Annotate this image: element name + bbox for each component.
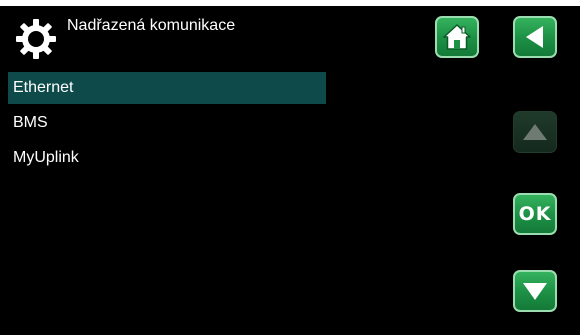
gear-icon [16,19,56,59]
ok-button-label: OK [518,202,552,225]
ok-button[interactable]: OK [513,193,557,235]
menu-item-myuplink[interactable]: MyUplink [8,142,326,174]
arrow-left-icon [526,26,543,48]
page-title: Nadřazená komunikace [67,17,236,34]
menu-item-ethernet[interactable]: Ethernet [8,72,326,104]
back-button[interactable] [513,16,557,58]
menu-item-bms[interactable]: BMS [8,107,326,139]
arrow-up-icon [523,124,547,140]
scroll-down-button[interactable] [513,270,557,312]
arrow-down-icon [523,283,547,300]
home-button[interactable] [435,16,479,58]
display-screen: Nadřazená komunikace Ethernet BMS MyUpli… [0,6,580,335]
scroll-up-button[interactable] [513,111,557,153]
house-icon [443,24,471,50]
